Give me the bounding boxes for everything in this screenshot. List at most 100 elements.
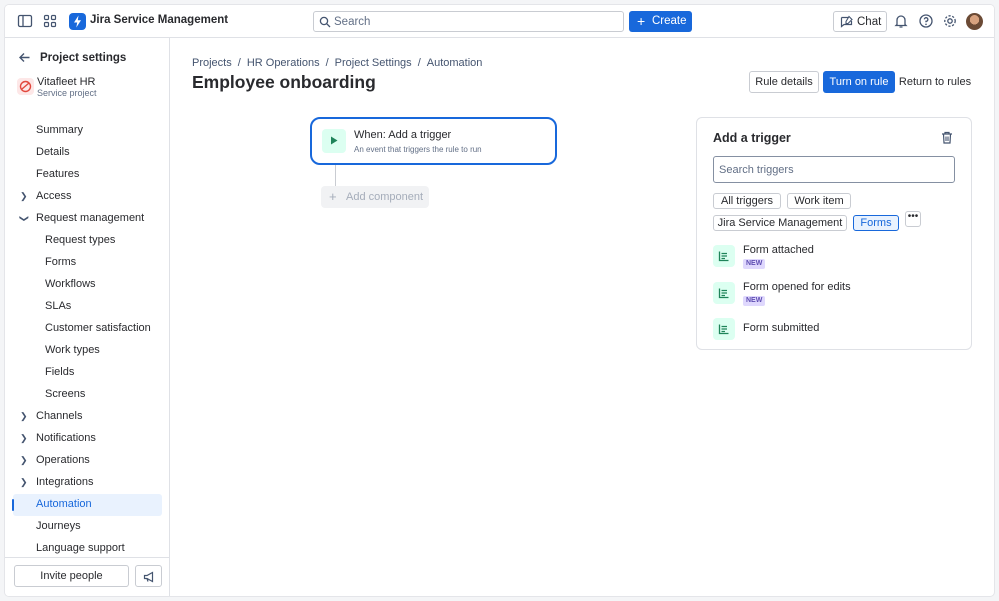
sidebar-item-automation[interactable]: Automation [12,494,162,516]
plus-icon: + [637,13,646,29]
breadcrumb-project-settings[interactable]: Project Settings [335,57,412,69]
rule-details-button[interactable]: Rule details [749,71,819,93]
sidebar-item-label: SLAs [45,300,72,312]
product-name[interactable]: Jira Service Management [90,14,228,26]
breadcrumb-projects[interactable]: Projects [192,57,232,69]
settings-gear-icon[interactable] [942,13,958,29]
user-avatar[interactable] [966,13,983,30]
search-triggers-placeholder: Search triggers [719,164,794,176]
search-input[interactable]: Search [313,11,624,32]
play-icon [322,129,346,153]
search-triggers-input[interactable]: Search triggers [713,156,955,183]
add-component-button[interactable]: + Add component [321,186,429,208]
sidebar-item-label: Operations [36,454,90,466]
sidebar-item-label: Workflows [45,278,96,290]
app-switcher-icon[interactable] [42,13,58,29]
sidebar-item-features[interactable]: Features [13,164,162,186]
sidebar-item-request-management[interactable]: ❯ Request management [13,208,162,230]
sidebar-item-journeys[interactable]: Journeys [13,516,162,538]
trigger-node-title: When: Add a trigger [354,129,452,141]
sidebar-item-label: Channels [36,410,83,422]
sidebar-item-integrations[interactable]: ❯ Integrations [13,472,162,494]
filter-chip-forms[interactable]: Forms [853,215,899,231]
filter-chip-work-item[interactable]: Work item [787,193,851,209]
sidebar-item-label: Request types [45,234,116,246]
create-label: Create [652,15,687,27]
project-name[interactable]: Vitafleet HR [37,76,96,88]
sidebar-item-label: Summary [36,124,84,136]
invite-people-button[interactable]: Invite people [14,565,129,587]
search-placeholder: Search [334,16,371,28]
sidebar-item-fields[interactable]: Fields [13,362,162,384]
chevron-right-icon: ❯ [20,411,28,421]
notifications-bell-icon[interactable] [893,13,909,29]
breadcrumb-hr-operations[interactable]: HR Operations [247,57,320,69]
trigger-option-form-attached[interactable]: Form attached NEW [713,244,953,272]
chat-button[interactable]: Chat [833,11,887,32]
sidebar-item-label: Language support [36,542,125,554]
sidebar-item-label: Work types [45,344,100,356]
plus-icon: + [329,189,337,204]
sidebar-item-notifications[interactable]: ❯ Notifications [13,428,162,450]
sidebar-item-label: Screens [45,388,86,400]
sidebar-item-label: Notifications [36,432,96,444]
new-badge: NEW [743,296,766,306]
megaphone-icon [143,571,154,583]
sidebar-item-workflows[interactable]: Workflows [13,274,162,296]
sidebar-footer: Invite people [5,557,170,596]
filter-chip-jira-service-management[interactable]: Jira Service Management [713,215,847,231]
sidebar-item-label: Request management [36,212,145,224]
breadcrumb: Projects / HR Operations / Project Settings /… [192,57,482,69]
sidebar-item-slas[interactable]: SLAs [13,296,162,318]
jira-logo-icon[interactable] [69,13,86,30]
add-component-label: Add component [346,191,424,203]
create-button[interactable]: + Create [629,11,692,32]
sidebar-item-customer-satisfaction[interactable]: Customer satisfaction [13,318,162,340]
sidebar-title: Project settings [40,52,127,64]
sidebar-item-label: Customer satisfaction [45,322,151,334]
back-arrow-icon[interactable] [18,51,31,64]
trash-icon[interactable] [941,131,953,144]
chevron-down-icon: ❯ [19,214,30,223]
breadcrumb-automation[interactable]: Automation [427,57,483,69]
chevron-right-icon: ❯ [20,191,28,201]
breadcrumb-separator: / [237,57,241,69]
form-icon [713,245,735,267]
sidebar-toggle-icon[interactable] [17,13,33,29]
new-badge: NEW [743,259,766,269]
turn-on-rule-button[interactable]: Turn on rule [823,71,895,93]
trigger-option-form-submitted[interactable]: Form submitted [713,317,953,345]
sidebar-item-access[interactable]: ❯ Access [13,186,162,208]
sidebar-item-summary[interactable]: Summary [13,120,162,142]
project-type: Service project [37,88,97,98]
form-icon [713,318,735,340]
trigger-option-name: Form submitted [743,322,820,334]
sidebar-item-request-types[interactable]: Request types [13,230,162,252]
sidebar-item-label: Journeys [36,520,81,532]
return-to-rules-button[interactable]: Return to rules [898,71,972,93]
sidebar-item-label: Integrations [36,476,94,488]
filter-chip-all-triggers[interactable]: All triggers [713,193,781,209]
sidebar-item-screens[interactable]: Screens [13,384,162,406]
trigger-node[interactable]: When: Add a trigger An event that trigge… [310,117,557,165]
sidebar-item-work-types[interactable]: Work types [13,340,162,362]
form-icon [713,282,735,304]
trigger-option-name: Form opened for edits [743,281,851,293]
project-avatar-icon [17,78,34,95]
sidebar-item-channels[interactable]: ❯ Channels [13,406,162,428]
app-window: Jira Service Management Search + Create … [5,5,994,596]
node-connector [335,165,336,187]
trigger-option-form-opened-for-edits[interactable]: Form opened for edits NEW [713,281,953,309]
sidebar-item-operations[interactable]: ❯ Operations [13,450,162,472]
chat-icon [840,15,853,28]
sidebar-item-label: Access [36,190,72,202]
page-title: Employee onboarding [192,72,376,92]
feedback-button[interactable] [135,565,162,587]
sidebar-item-label: Fields [45,366,75,378]
more-filters-icon[interactable]: ••• [905,211,921,227]
help-icon[interactable] [918,13,934,29]
sidebar-item-label: Forms [45,256,77,268]
sidebar-item-details[interactable]: Details [13,142,162,164]
panel-title: Add a trigger [713,131,791,145]
sidebar-item-forms[interactable]: Forms [13,252,162,274]
